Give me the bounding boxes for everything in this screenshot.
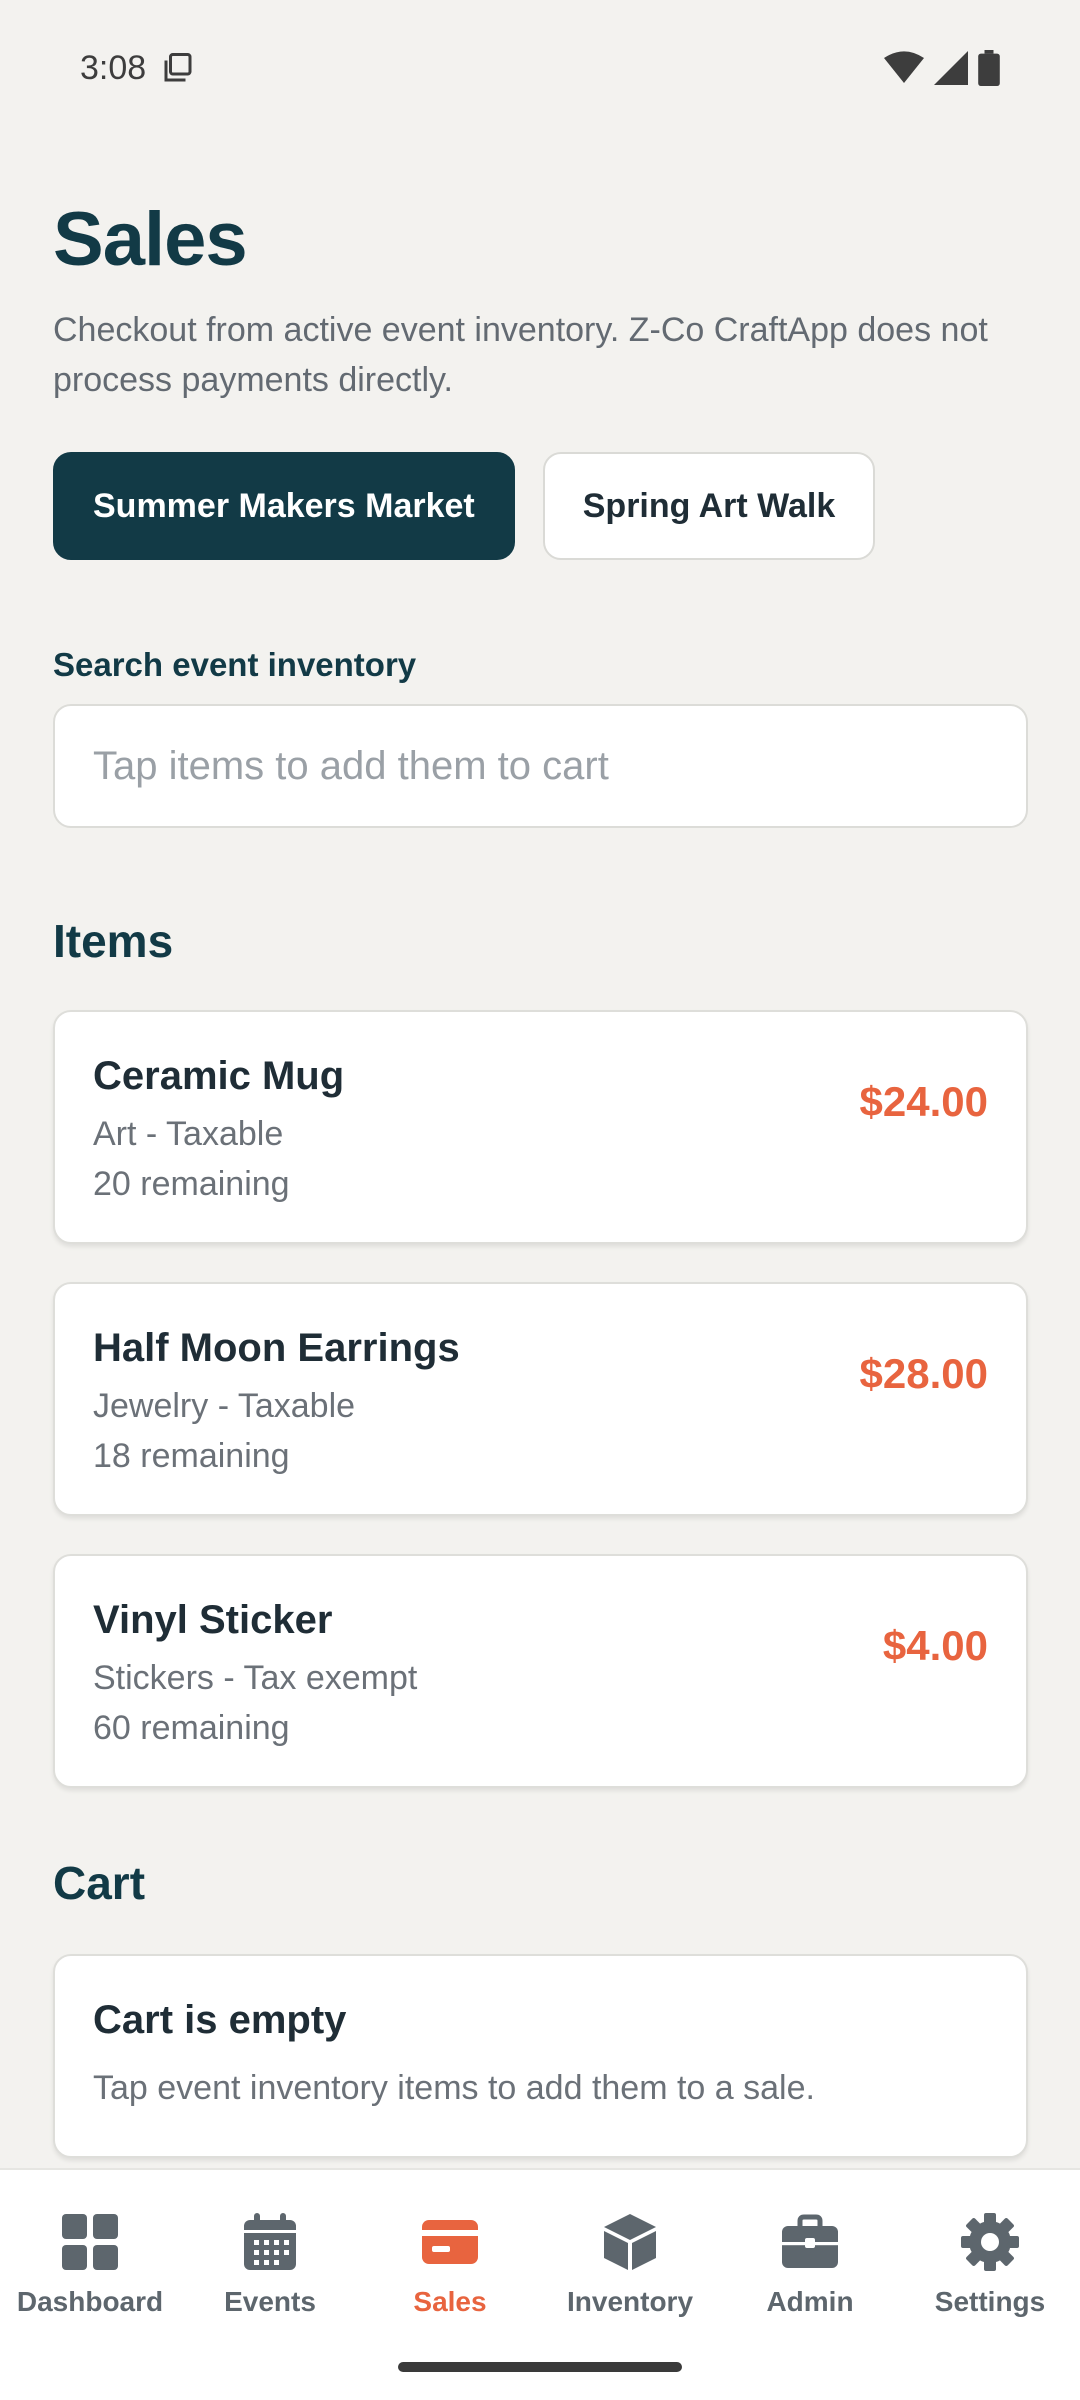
event-tab-spring-art-walk[interactable]: Spring Art Walk	[542, 452, 876, 560]
main-content: Sales Checkout from active event invento…	[53, 196, 1028, 2158]
nav-label: Events	[224, 2286, 316, 2317]
status-time: 3:08	[80, 48, 147, 87]
cell-signal-icon	[934, 51, 968, 85]
item-price: $24.00	[859, 1078, 988, 1125]
item-name: Vinyl Sticker	[93, 1598, 333, 1642]
dashboard-icon	[62, 2214, 118, 2270]
item-remaining: 18 remaining	[93, 1437, 290, 1475]
item-name: Ceramic Mug	[93, 1054, 345, 1098]
event-tab-summer-makers-market[interactable]: Summer Makers Market	[53, 452, 515, 560]
item-price: $28.00	[859, 1350, 988, 1397]
page-title: Sales	[53, 197, 248, 282]
item-name: Half Moon Earrings	[93, 1326, 460, 1370]
nav-dashboard[interactable]: Dashboard	[0, 2170, 180, 2350]
sales-screen: 3:08 Sales Checkout from active event in…	[0, 0, 1080, 2400]
nav-label: Settings	[934, 2286, 1046, 2317]
nav-events[interactable]: Events	[180, 2170, 360, 2350]
cart-empty-card: Cart is empty Tap event inventory items …	[53, 1954, 1028, 2158]
gear-icon	[961, 2213, 1019, 2271]
search-label: Search event inventory	[53, 646, 417, 683]
home-indicator[interactable]	[398, 2362, 682, 2372]
item-category: Stickers - Tax exempt	[93, 1659, 418, 1697]
search-input[interactable]	[53, 704, 1028, 828]
cart-heading: Cart	[53, 1857, 146, 1909]
item-price: $4.00	[882, 1622, 988, 1669]
nav-inventory[interactable]: Inventory	[540, 2170, 720, 2350]
screenshot-notification-icon	[164, 53, 192, 82]
status-bar: 3:08	[0, 0, 1080, 136]
items-heading: Items	[53, 915, 174, 967]
page-subtitle: Checkout from active event inventory. Z-…	[53, 311, 988, 399]
nav-label: Admin	[766, 2286, 854, 2317]
nav-sales[interactable]: Sales	[360, 2170, 540, 2350]
nav-label: Sales	[413, 2286, 487, 2317]
card-icon	[422, 2220, 478, 2264]
nav-settings[interactable]: Settings	[900, 2170, 1080, 2350]
event-selector: Summer Makers Market Spring Art Walk	[53, 452, 876, 560]
item-card-ceramic-mug[interactable]: Ceramic Mug Art - Taxable 20 remaining $…	[53, 1010, 1028, 1244]
item-card-vinyl-sticker[interactable]: Vinyl Sticker Stickers - Tax exempt 60 r…	[53, 1554, 1028, 1788]
item-category: Jewelry - Taxable	[93, 1387, 356, 1425]
battery-icon	[978, 50, 1000, 86]
item-card-half-moon-earrings[interactable]: Half Moon Earrings Jewelry - Taxable 18 …	[53, 1282, 1028, 1516]
wifi-icon	[884, 51, 924, 83]
cart-empty-title: Cart is empty	[93, 1998, 347, 2042]
item-category: Art - Taxable	[93, 1115, 284, 1153]
nav-label: Dashboard	[16, 2286, 164, 2317]
calendar-icon	[244, 2213, 296, 2270]
nav-label: Inventory	[566, 2286, 694, 2317]
cart-empty-hint: Tap event inventory items to add them to…	[93, 2069, 815, 2107]
briefcase-icon	[782, 2214, 838, 2268]
item-remaining: 60 remaining	[93, 1709, 290, 1747]
item-remaining: 20 remaining	[93, 1165, 290, 1203]
nav-admin[interactable]: Admin	[720, 2170, 900, 2350]
box-icon	[604, 2214, 656, 2270]
